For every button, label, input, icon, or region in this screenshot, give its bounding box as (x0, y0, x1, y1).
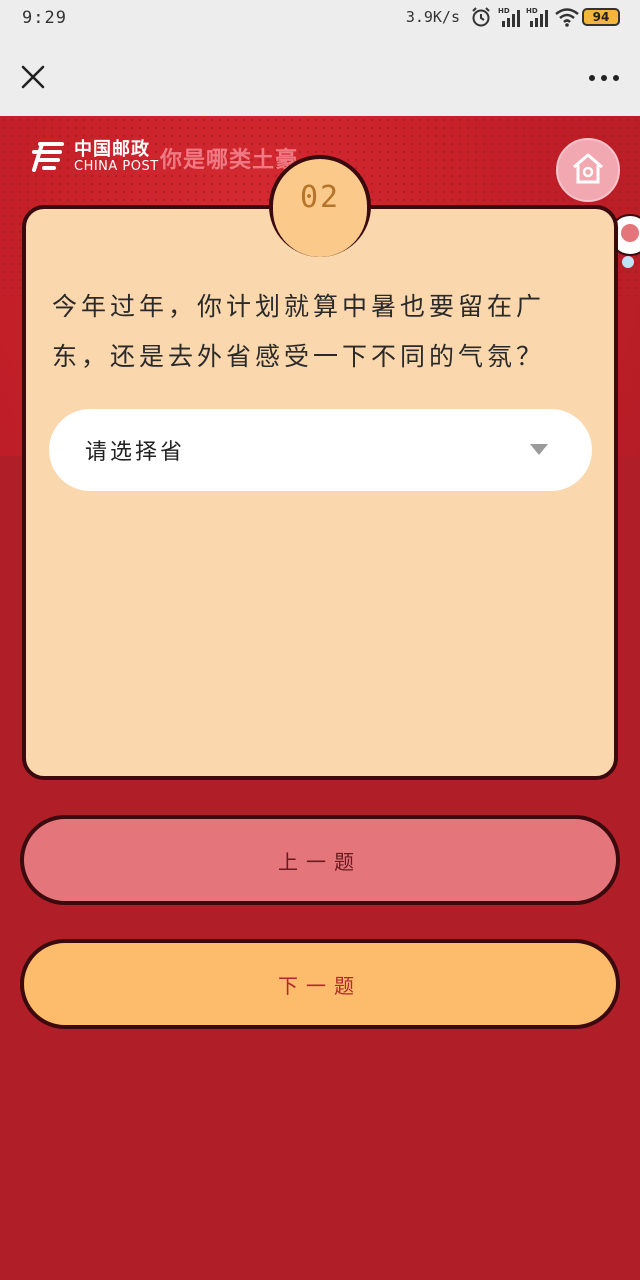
signal-hd-1-icon: HD (498, 6, 520, 28)
nav-bar (0, 38, 640, 116)
province-select-value: 请选择省 (85, 440, 186, 465)
home-icon (568, 148, 608, 192)
previous-question-label: 上一题 (278, 849, 362, 874)
logo-text: 中国邮政 CHINA POST (74, 140, 159, 174)
dropdown-arrow-icon (530, 444, 548, 455)
battery-indicator: 94 (582, 8, 620, 26)
question-number: 02 (299, 180, 341, 215)
close-icon[interactable] (18, 62, 48, 92)
province-select[interactable]: 请选择省 (49, 409, 592, 491)
network-speed: 3.9K/s (405, 8, 460, 26)
home-button[interactable] (556, 138, 620, 202)
china-post-emblem-icon (30, 140, 66, 174)
status-bar: 9:29 3.9K/s HD HD 94 (0, 0, 640, 38)
signal-hd-2-icon: HD (526, 6, 548, 28)
logo-en: CHINA POST (74, 159, 159, 174)
svg-text:HD: HD (526, 7, 538, 15)
wifi-icon (554, 6, 579, 28)
status-time: 9:29 (22, 8, 67, 28)
question-text: 今年过年，你计划就算中暑也要留在广东，还是去外省感受一下不同的气氛？ (52, 292, 546, 371)
next-question-button[interactable]: 下一题 (20, 939, 620, 1029)
next-question-label: 下一题 (278, 973, 362, 998)
china-post-logo: 中国邮政 CHINA POST (30, 140, 159, 174)
status-icons: 3.9K/s HD HD 94 (406, 6, 620, 28)
previous-question-button[interactable]: 上一题 (20, 815, 620, 905)
svg-text:HD: HD (498, 7, 510, 15)
more-icon[interactable] (588, 68, 620, 88)
alarm-icon (470, 6, 492, 28)
logo-cn: 中国邮政 (74, 139, 150, 160)
